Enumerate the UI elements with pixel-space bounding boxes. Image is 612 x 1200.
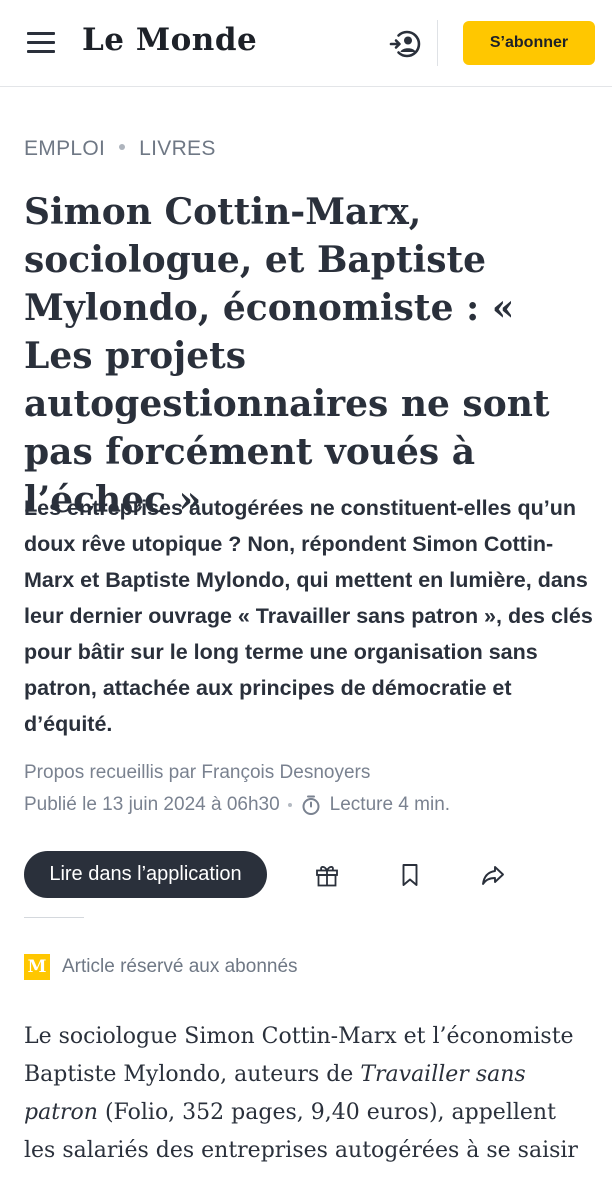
article-title: Simon Cottin-Marx, sociologue, et Baptis…: [24, 191, 550, 521]
premium-notice: M Article réservé aux abonnés: [24, 954, 298, 980]
premium-badge-icon: M: [24, 954, 50, 980]
kicker-section-livres[interactable]: LIVRES: [139, 137, 216, 160]
header-divider: [437, 20, 438, 66]
reading-time: Lecture 4 min.: [329, 794, 451, 815]
publication-date: Publié le 13 juin 2024 à 06h30: [24, 794, 280, 815]
premium-label: Article réservé aux abonnés: [62, 956, 298, 977]
hamburger-menu-icon[interactable]: [27, 32, 55, 54]
le-monde-logo[interactable]: Le Monde: [82, 22, 257, 58]
kicker-separator: [119, 144, 126, 151]
section-divider: [24, 917, 84, 918]
subscribe-button[interactable]: S’abonner: [463, 21, 595, 65]
article-lede: Les entreprises autogérées ne constituen…: [24, 496, 593, 736]
article-kicker: EMPLOI LIVRES: [24, 137, 216, 161]
top-header: Le Monde S’abonner: [0, 0, 612, 87]
article-dateline: Publié le 13 juin 2024 à 06h30 Lecture 4…: [24, 794, 450, 816]
read-in-app-button[interactable]: Lire dans l’application: [24, 851, 267, 898]
article-body-paragraph: Le sociologue Simon Cottin-Marx et l’éco…: [24, 1018, 594, 1170]
body-text-continued: (Folio, 352 pages, 9,40 euros), appellen…: [24, 1100, 578, 1163]
kicker-section-emploi[interactable]: EMPLOI: [24, 137, 105, 160]
reading-time-icon: [302, 795, 320, 815]
account-login-icon[interactable]: [388, 26, 424, 62]
gift-icon[interactable]: [314, 862, 340, 888]
dateline-separator: [287, 803, 292, 807]
share-icon[interactable]: [480, 862, 506, 888]
article-byline: Propos recueillis par François Desnoyers: [24, 762, 371, 783]
bookmark-icon[interactable]: [397, 862, 423, 888]
